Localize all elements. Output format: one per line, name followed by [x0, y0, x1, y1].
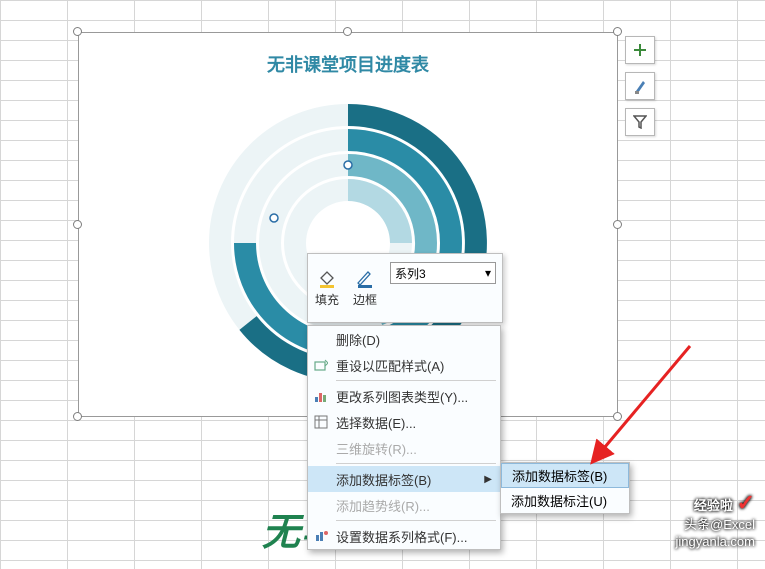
- submenu-add-labels[interactable]: 添加数据标签(B): [501, 463, 629, 488]
- separator: [336, 463, 496, 464]
- outline-label: 边框: [353, 291, 377, 308]
- mini-toolbar: 填充 边框 系列3 ▾: [307, 253, 503, 323]
- chart-filters-button[interactable]: [625, 108, 655, 136]
- separator: [336, 520, 496, 521]
- chart-styles-button[interactable]: [625, 72, 655, 100]
- submenu-add-callouts[interactable]: 添加数据标注(U): [501, 488, 629, 513]
- outline-button[interactable]: 边框: [346, 254, 384, 322]
- menu-3d-rotate: 三维旋转(R)...: [308, 435, 500, 461]
- series-dropdown[interactable]: 系列3 ▾: [390, 262, 496, 284]
- brush-icon: [633, 78, 647, 94]
- watermark-right: 经验啦 ✓ 头条@Excel jingyanla.com: [676, 489, 756, 551]
- handle-top-left[interactable]: [73, 27, 82, 36]
- paint-bucket-icon: [317, 268, 337, 288]
- submenu-arrow-icon: ▶: [484, 474, 492, 485]
- handle-mid-right[interactable]: [613, 220, 622, 229]
- menu-reset-style[interactable]: 重设以匹配样式(A): [308, 352, 500, 378]
- select-data-icon: [313, 414, 329, 430]
- menu-select-data[interactable]: 选择数据(E)...: [308, 409, 500, 435]
- funnel-icon: [633, 115, 647, 129]
- reset-icon: [313, 357, 329, 373]
- watermark-url: jingyanla.com: [676, 534, 756, 551]
- add-labels-submenu: 添加数据标签(B) 添加数据标注(U): [500, 462, 630, 514]
- fill-label: 填充: [315, 291, 339, 308]
- plus-icon: [633, 43, 647, 57]
- watermark-brand: 经验啦: [694, 498, 733, 513]
- menu-change-chart-type[interactable]: 更改系列图表类型(Y)...: [308, 383, 500, 409]
- menu-add-trendline: 添加趋势线(R)...: [308, 492, 500, 518]
- series-dropdown-value: 系列3: [395, 265, 426, 282]
- handle-top-right[interactable]: [613, 27, 622, 36]
- separator: [336, 380, 496, 381]
- watermark-headline: 头条@Excel: [676, 517, 756, 534]
- chart-type-icon: [313, 388, 329, 404]
- handle-mid-left[interactable]: [73, 220, 82, 229]
- fill-button[interactable]: 填充: [308, 254, 346, 322]
- format-icon: [313, 528, 329, 544]
- context-menu: 删除(D) 重设以匹配样式(A) 更改系列图表类型(Y)... 选择数据(E).…: [307, 325, 501, 550]
- chart-elements-button[interactable]: [625, 36, 655, 64]
- handle-bottom-left[interactable]: [73, 412, 82, 421]
- pen-icon: [355, 268, 375, 288]
- menu-format-series[interactable]: 设置数据系列格式(F)...: [308, 523, 500, 549]
- chart-side-tools: [625, 36, 655, 136]
- menu-add-data-labels[interactable]: 添加数据标签(B) ▶: [308, 466, 500, 492]
- menu-delete[interactable]: 删除(D): [308, 326, 500, 352]
- chart-title[interactable]: 无非课堂项目进度表: [79, 33, 617, 83]
- handle-top-center[interactable]: [343, 27, 352, 36]
- checkmark-icon: ✓: [737, 490, 755, 515]
- chevron-down-icon: ▾: [485, 266, 491, 280]
- handle-bottom-right[interactable]: [613, 412, 622, 421]
